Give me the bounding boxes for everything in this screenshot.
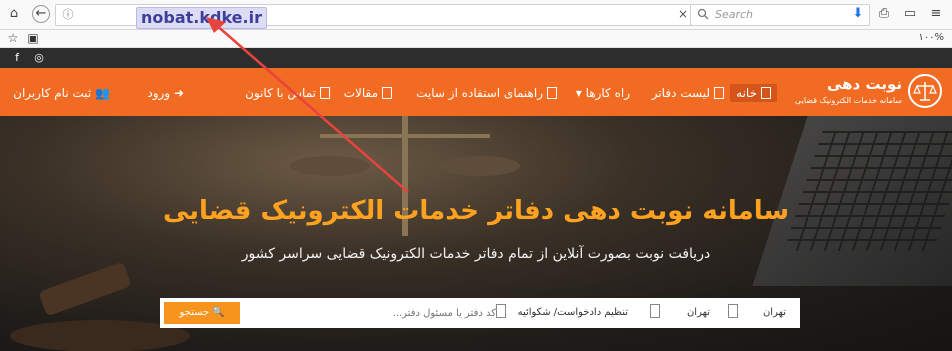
- info-icon[interactable]: ⓘ: [60, 7, 76, 23]
- print-icon[interactable]: ⎙: [876, 6, 892, 22]
- contact-icon: [320, 87, 330, 99]
- city-icon: [650, 304, 660, 318]
- nav-login-label: ورود: [147, 86, 171, 100]
- download-icon[interactable]: ⬇: [850, 6, 866, 22]
- nav-offices[interactable]: لیست دفاتر: [652, 84, 724, 102]
- back-icon[interactable]: ←: [32, 5, 50, 23]
- nav-guides[interactable]: راه کارها ▾: [576, 84, 630, 102]
- url-text[interactable]: nobat.kdke.ir: [136, 7, 267, 29]
- instagram-icon[interactable]: ◎: [32, 51, 46, 65]
- home-page-icon: [761, 87, 771, 99]
- search-placeholder: Search: [715, 8, 754, 21]
- window-icon[interactable]: ▭: [902, 6, 918, 22]
- office-search-input[interactable]: [242, 304, 496, 322]
- search-form: تهران تهران تنظیم دادخواست/ شکوائیه 🔍 جس…: [160, 298, 800, 328]
- home-icon[interactable]: ⌂: [6, 6, 22, 22]
- browser-toolbar: ⌂ ← ⓘ nobat.kdke.ir × Search ⬇ ⎙ ▭ ≡: [0, 0, 952, 30]
- search-button-label: جستجو: [179, 307, 210, 318]
- nav-register-label: ثبت نام کاربران: [13, 86, 92, 100]
- justice-scale-image: [290, 116, 520, 236]
- nav-contact[interactable]: تماس با کانون: [245, 84, 330, 102]
- star-icon[interactable]: ☆: [6, 31, 20, 45]
- logo-title: نوبت دهی: [826, 75, 902, 93]
- guide-icon: [547, 87, 557, 99]
- clear-icon[interactable]: ×: [676, 6, 690, 22]
- login-icon: ➜: [173, 86, 184, 100]
- users-icon: 👥: [95, 86, 110, 100]
- facebook-icon[interactable]: f: [10, 51, 24, 65]
- service-select[interactable]: تنظیم دادخواست/ شکوائیه: [518, 305, 628, 321]
- nav-login[interactable]: ➜ ورود: [147, 84, 184, 102]
- service-icon: [496, 304, 506, 318]
- nav-register[interactable]: 👥 ثبت نام کاربران: [13, 84, 110, 102]
- nav-articles[interactable]: مقالات: [344, 84, 392, 102]
- nav-offices-label: لیست دفاتر: [651, 86, 710, 100]
- nav-articles-label: مقالات: [343, 86, 378, 100]
- bookmarks-bar: ☆ ▣ ۱۰۰%: [0, 30, 952, 48]
- hero-title: سامانه نوبت دهی دفاتر خدمات الکترونیک قض…: [162, 196, 790, 226]
- search-icon: 🔍: [212, 307, 225, 318]
- logo-subtitle: سامانه خدمات الکترونیک قضایی: [794, 96, 902, 105]
- scales-icon: [908, 74, 942, 108]
- nav-usage-guide[interactable]: راهنمای استفاده از سایت: [416, 84, 557, 102]
- province-icon: [728, 304, 738, 318]
- menu-icon[interactable]: ≡: [928, 6, 944, 22]
- main-navbar: نوبت دهی سامانه خدمات الکترونیک قضایی خا…: [0, 68, 952, 116]
- search-icon: [697, 8, 711, 22]
- search-input[interactable]: Search: [690, 4, 870, 26]
- toolbar-icons: ⬇ ⎙ ▭ ≡: [850, 6, 944, 22]
- nav-usage-guide-label: راهنمای استفاده از سایت: [416, 86, 543, 100]
- clipboard-icon[interactable]: ▣: [26, 31, 40, 45]
- nav-contact-label: تماس با کانون: [245, 86, 316, 100]
- list-icon: [714, 87, 724, 99]
- hero-subtitle: دریافت نوبت بصورت آنلاین از تمام دفاتر خ…: [241, 246, 711, 262]
- zoom-level: ۱۰۰%: [918, 32, 944, 43]
- province-select[interactable]: تهران: [763, 305, 786, 321]
- city-select[interactable]: تهران: [687, 305, 710, 321]
- caret-down-icon: ▾: [575, 86, 582, 100]
- site-logo[interactable]: نوبت دهی سامانه خدمات الکترونیک قضایی: [782, 74, 942, 110]
- site-social-bar: f ◎: [0, 48, 952, 68]
- nav-home-label: خانه: [736, 86, 757, 100]
- nav-guides-label: راه کارها: [585, 86, 630, 100]
- nav-home[interactable]: خانه: [730, 84, 777, 102]
- articles-icon: [382, 87, 392, 99]
- hero-section: سامانه نوبت دهی دفاتر خدمات الکترونیک قض…: [0, 116, 952, 351]
- search-button[interactable]: 🔍 جستجو: [164, 302, 240, 324]
- url-bar[interactable]: ⓘ nobat.kdke.ir: [55, 4, 695, 29]
